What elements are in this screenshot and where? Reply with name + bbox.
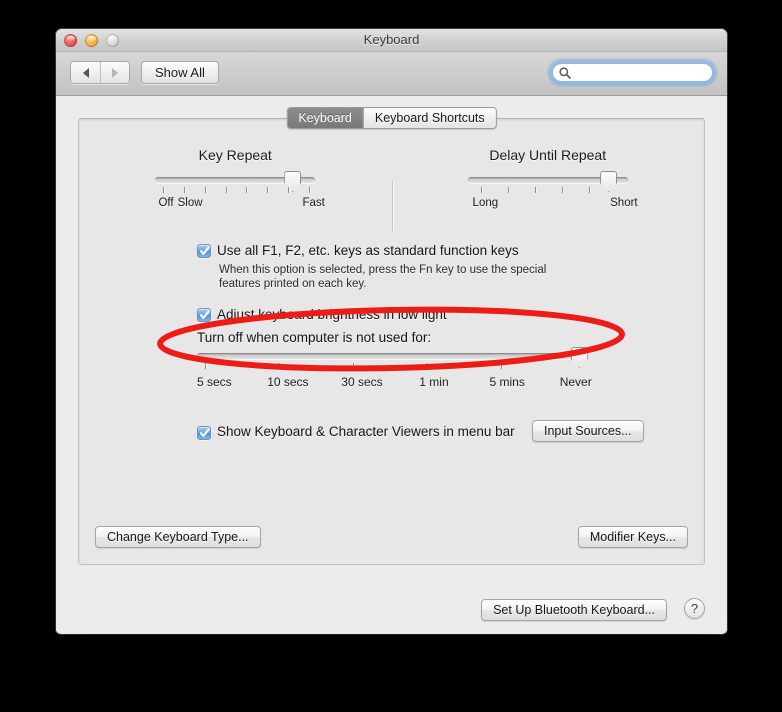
tab-keyboard-label: Keyboard xyxy=(298,111,352,125)
viewers-label: Show Keyboard & Character Viewers in men… xyxy=(217,424,515,439)
key-repeat-track[interactable] xyxy=(155,171,316,192)
slider-tick xyxy=(278,363,280,369)
triangle-right-icon xyxy=(112,67,118,78)
key-repeat-group: Key Repeat Off Slow Fast xyxy=(79,147,392,212)
repeat-sliders-row: Key Repeat Off Slow Fast Delay Until Repea… xyxy=(79,147,705,231)
fn-keys-description-line2: features printed on each key. xyxy=(219,278,367,290)
delay-until-repeat-slider[interactable]: Long Short xyxy=(467,171,638,212)
checkmark-icon xyxy=(199,246,210,255)
modifier-keys-label: Modifier Keys... xyxy=(589,530,676,544)
window-titlebar: Keyboard xyxy=(56,29,727,52)
keyboard-preferences-window: Keyboard Show All Keyboard Keyboard Shor… xyxy=(56,29,727,634)
slider-tick xyxy=(204,187,206,193)
tab-keyboard-shortcuts-label: Keyboard Shortcuts xyxy=(374,111,485,125)
slider-tick xyxy=(501,363,503,369)
fn-keys-checkbox-row[interactable]: Use all F1, F2, etc. keys as standard fu… xyxy=(197,243,519,259)
search-input[interactable] xyxy=(572,65,727,80)
slider-tick xyxy=(507,187,509,193)
checkmark-icon xyxy=(199,427,210,437)
tab-bar: Keyboard Keyboard Shortcuts xyxy=(286,107,497,129)
toolbar: Show All xyxy=(56,52,727,96)
viewers-checkbox[interactable] xyxy=(197,425,211,440)
slider-tick-label: Long xyxy=(472,197,499,209)
delay-until-repeat-title: Delay Until Repeat xyxy=(489,147,607,163)
fn-keys-label: Use all F1, F2, etc. keys as standard fu… xyxy=(217,243,519,258)
checkmark-icon xyxy=(199,310,210,319)
show-all-button[interactable]: Show All xyxy=(141,61,219,84)
idle-off-slider[interactable]: 5 secs 10 secs 30 secs 1 min 5 mins Never xyxy=(197,347,592,390)
change-keyboard-type-label: Change Keyboard Type... xyxy=(107,530,249,544)
delay-until-repeat-ticks xyxy=(468,186,628,195)
slider-tick xyxy=(184,187,186,193)
triangle-left-icon xyxy=(82,67,89,78)
input-sources-label: Input Sources... xyxy=(544,424,632,438)
help-button-label: ? xyxy=(690,601,699,616)
key-repeat-slider[interactable]: Off Slow Fast xyxy=(155,171,325,212)
set-up-bluetooth-keyboard-button[interactable]: Set Up Bluetooth Keyboard... xyxy=(481,599,667,621)
fn-keys-checkbox[interactable] xyxy=(197,244,211,258)
slider-tick-label: 5 mins xyxy=(489,375,525,389)
slider-tick xyxy=(427,363,429,369)
input-sources-button[interactable]: Input Sources... xyxy=(532,420,644,442)
delay-until-repeat-track[interactable] xyxy=(467,171,628,192)
brightness-label: Adjust keyboard brightness in low light xyxy=(217,307,447,322)
keyboard-settings-panel: Keyboard Keyboard Shortcuts Key Repeat O… xyxy=(78,107,705,565)
key-repeat-title: Key Repeat xyxy=(198,147,272,163)
slider-tick xyxy=(246,187,248,193)
slider-tick xyxy=(308,187,310,193)
slider-tick xyxy=(480,187,482,193)
slider-tick xyxy=(267,187,269,193)
window-title: Keyboard xyxy=(363,32,420,47)
viewers-checkbox-row[interactable]: Show Keyboard & Character Viewers in men… xyxy=(197,424,515,440)
tab-keyboard[interactable]: Keyboard xyxy=(287,108,363,128)
change-keyboard-type-button[interactable]: Change Keyboard Type... xyxy=(95,526,261,548)
idle-off-labels: 5 secs 10 secs 30 secs 1 min 5 mins Never xyxy=(197,375,592,390)
tab-keyboard-shortcuts[interactable]: Keyboard Shortcuts xyxy=(362,108,496,128)
idle-off-track[interactable] xyxy=(197,347,588,368)
window-bottom-bar: Set Up Bluetooth Keyboard... ? xyxy=(56,588,727,633)
forward-button[interactable] xyxy=(100,62,129,83)
key-repeat-labels: Off Slow Fast xyxy=(155,197,324,212)
modifier-keys-button[interactable]: Modifier Keys... xyxy=(577,526,688,548)
slider-tick xyxy=(589,187,591,193)
search-icon xyxy=(559,66,571,79)
idle-off-ticks xyxy=(197,362,587,371)
delay-until-repeat-group: Delay Until Repeat Long Short xyxy=(392,147,705,212)
slider-tick-label: 5 secs xyxy=(197,375,232,389)
preferences-content: Keyboard Keyboard Shortcuts Key Repeat O… xyxy=(56,96,727,633)
slider-tick-label: 10 secs xyxy=(267,375,309,389)
key-repeat-ticks xyxy=(155,186,315,195)
slider-tick-label: 30 secs xyxy=(341,375,383,389)
search-field[interactable] xyxy=(552,63,727,82)
slider-tick-label: Slow xyxy=(177,197,203,209)
slider-tick xyxy=(288,187,290,193)
navigation-buttons xyxy=(70,61,130,84)
slider-tick-label: Never xyxy=(559,375,592,389)
slider-tick-label: 1 min xyxy=(419,375,449,389)
slider-tick xyxy=(225,187,227,193)
show-all-label: Show All xyxy=(155,65,205,80)
back-button[interactable] xyxy=(71,62,100,83)
brightness-checkbox-row[interactable]: Adjust keyboard brightness in low light xyxy=(197,307,447,323)
slider-tick xyxy=(562,187,564,193)
slider-tick-label: Short xyxy=(610,197,638,209)
help-button[interactable]: ? xyxy=(684,598,705,619)
set-up-bluetooth-keyboard-label: Set Up Bluetooth Keyboard... xyxy=(493,603,655,617)
search-field-focus-ring xyxy=(549,60,727,85)
slider-tick xyxy=(534,187,536,193)
slider-tick xyxy=(204,363,206,369)
fn-keys-description-line1: When this option is selected, press the … xyxy=(219,264,547,276)
delay-until-repeat-labels: Long Short xyxy=(468,197,638,212)
idle-off-title: Turn off when computer is not used for: xyxy=(197,330,432,345)
slider-tick-label: Fast xyxy=(302,197,325,209)
brightness-checkbox[interactable] xyxy=(197,308,211,322)
slider-tick-label: Off xyxy=(158,197,174,209)
slider-tick xyxy=(353,363,354,369)
slider-tick xyxy=(163,187,165,193)
